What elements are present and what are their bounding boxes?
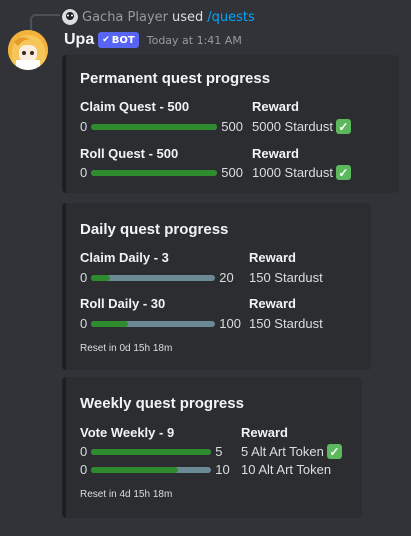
progress-end: 500 xyxy=(221,119,243,134)
progress-row: 0 500 xyxy=(80,119,243,134)
reward-value: 150 Stardust xyxy=(249,270,323,285)
progress-start: 0 xyxy=(80,462,88,477)
progress-row: 0 20 xyxy=(80,270,234,285)
quest-name: Claim Daily - 3 xyxy=(80,250,169,265)
progress-bar-fill xyxy=(91,320,129,327)
progress-start: 0 xyxy=(80,119,88,134)
reward-text: 10 Alt Art Token xyxy=(241,462,332,477)
progress-end: 100 xyxy=(219,316,241,331)
progress-bar xyxy=(91,320,216,327)
quest-name: Claim Quest - 500 xyxy=(80,99,190,114)
progress-bar xyxy=(91,466,212,473)
reward-text: 5000 Stardust xyxy=(252,119,333,134)
reset-footer: Reset in 0d 15h 18m xyxy=(80,343,173,354)
progress-bar-fill xyxy=(91,123,218,130)
reward-header: Reward xyxy=(252,99,299,114)
progress-start: 0 xyxy=(80,444,88,459)
embed-title: Daily quest progress xyxy=(80,221,229,238)
progress-end: 500 xyxy=(221,165,243,180)
reward-value: 150 Stardust xyxy=(249,316,323,331)
reply-used-text: used xyxy=(171,9,204,25)
embed-title: Permanent quest progress xyxy=(80,70,271,87)
progress-row: 0 500 xyxy=(80,165,243,180)
verified-check-icon: ✔ xyxy=(102,35,110,45)
message-header: Upa ✔ BOT Today at 1:41 AM xyxy=(64,30,242,50)
progress-end: 10 xyxy=(215,462,230,477)
message-timestamp[interactable]: Today at 1:41 AM xyxy=(147,34,242,47)
progress-row: 0 5 xyxy=(80,444,222,459)
reply-connector xyxy=(30,14,60,30)
bot-username[interactable]: Upa xyxy=(64,31,94,49)
progress-row: 0 10 xyxy=(80,462,230,477)
reward-value: 1000 Stardust ✓ xyxy=(252,165,351,180)
reset-footer: Reset in 4d 15h 18m xyxy=(80,489,173,500)
progress-bar xyxy=(91,274,216,281)
bot-tag: ✔ BOT xyxy=(98,32,139,48)
reward-header: Reward xyxy=(249,296,296,311)
embed-weekly-quests: Weekly quest progress Vote Weekly - 9 Re… xyxy=(62,377,362,518)
embed-daily-quests: Daily quest progress Claim Daily - 3 Rew… xyxy=(62,203,371,370)
progress-end: 20 xyxy=(219,270,234,285)
reward-header: Reward xyxy=(252,146,299,161)
reward-header: Reward xyxy=(241,425,288,440)
progress-bar-fill xyxy=(91,274,110,281)
checkmark-icon: ✓ xyxy=(326,444,342,459)
reward-value: 5000 Stardust ✓ xyxy=(252,119,351,134)
reward-text: 150 Stardust xyxy=(249,316,323,331)
bot-avatar[interactable] xyxy=(8,30,48,70)
reply-username[interactable]: Gacha Player xyxy=(82,10,168,25)
progress-start: 0 xyxy=(80,165,88,180)
reply-preview[interactable]: Gacha Player used /quests xyxy=(62,8,255,26)
checkmark-icon: ✓ xyxy=(335,165,351,180)
reward-value: 10 Alt Art Token xyxy=(241,462,331,477)
progress-start: 0 xyxy=(80,270,88,285)
reply-user-avatar[interactable] xyxy=(62,9,78,25)
quest-name: Vote Weekly - 9 xyxy=(80,425,175,440)
progress-bar xyxy=(91,169,218,176)
progress-end: 5 xyxy=(215,444,223,459)
reward-text: 5 Alt Art Token xyxy=(241,444,324,459)
progress-start: 0 xyxy=(80,316,88,331)
embed-title: Weekly quest progress xyxy=(80,395,244,412)
quest-name: Roll Quest - 500 xyxy=(80,146,179,161)
reward-text: 1000 Stardust xyxy=(252,165,333,180)
reply-command[interactable]: /quests xyxy=(207,10,255,25)
reward-text: 150 Stardust xyxy=(249,270,323,285)
progress-bar-fill xyxy=(91,169,218,176)
checkmark-icon: ✓ xyxy=(335,119,351,134)
progress-row: 0 100 xyxy=(80,316,241,331)
bot-tag-label: BOT xyxy=(111,34,135,46)
reward-header: Reward xyxy=(249,250,296,265)
progress-bar xyxy=(91,123,218,130)
progress-bar xyxy=(91,448,212,455)
progress-bar-fill xyxy=(91,466,178,473)
embed-permanent-quests: Permanent quest progress Claim Quest - 5… xyxy=(62,55,399,193)
progress-bar-fill xyxy=(91,448,212,455)
reward-value: 5 Alt Art Token ✓ xyxy=(241,444,342,459)
quest-name: Roll Daily - 30 xyxy=(80,296,166,311)
